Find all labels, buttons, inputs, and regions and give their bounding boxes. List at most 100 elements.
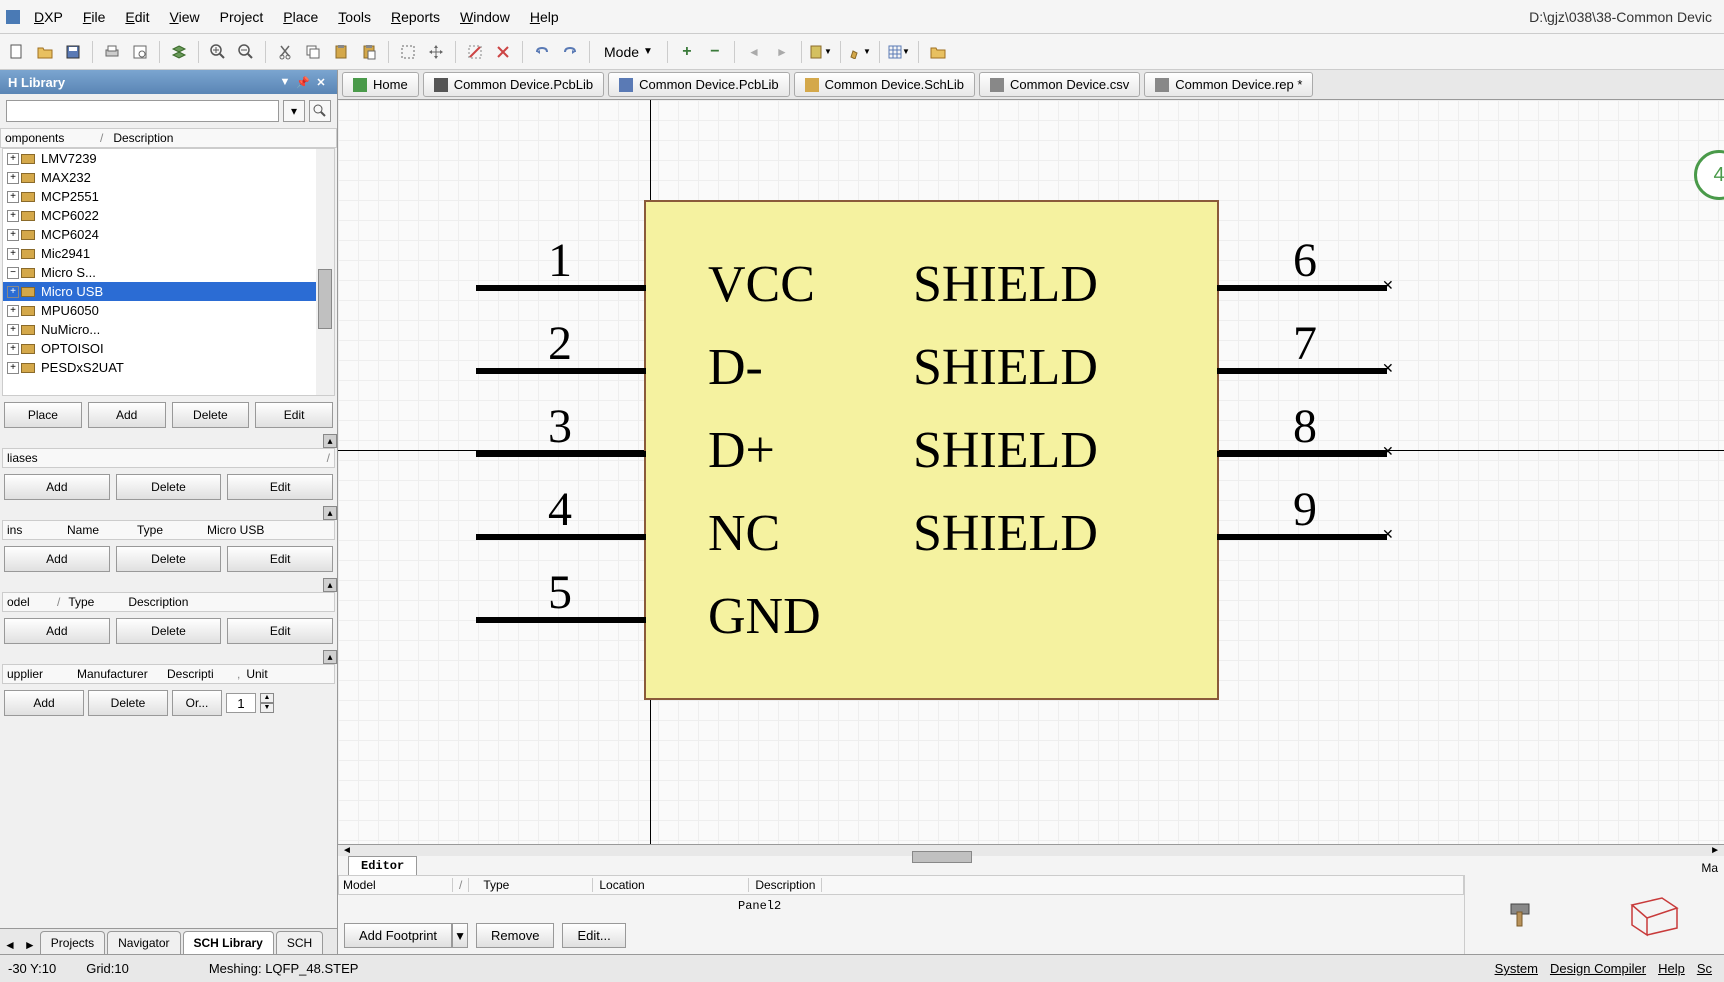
doc-tab[interactable]: Home xyxy=(342,72,419,97)
next-button[interactable]: ► xyxy=(769,39,795,65)
deselect-button[interactable] xyxy=(462,39,488,65)
new-button[interactable] xyxy=(4,39,30,65)
component-item[interactable]: +NuMicro... xyxy=(3,320,334,339)
panel-close-icon[interactable]: ✕ xyxy=(313,74,329,90)
add-button[interactable]: Add xyxy=(88,402,166,428)
collapse-aliases-button[interactable]: ▴ xyxy=(323,434,337,448)
add-footprint-dropdown[interactable]: ▼ xyxy=(452,923,468,948)
component-item[interactable]: +LMV7239 xyxy=(3,149,334,168)
menu-project[interactable]: Project xyxy=(210,3,274,31)
tab-next-button[interactable]: ► xyxy=(20,936,40,954)
menu-edit[interactable]: Edit xyxy=(115,3,159,31)
panel-dropdown-icon[interactable]: ▼ xyxy=(277,74,293,90)
alias-add-button[interactable]: Add xyxy=(4,474,110,500)
supplier-add-button[interactable]: Add xyxy=(4,690,84,716)
search-dropdown-button[interactable]: ▾ xyxy=(283,100,305,122)
collapse-model-button[interactable]: ▴ xyxy=(323,578,337,592)
model-delete-button[interactable]: Delete xyxy=(116,618,222,644)
editor-tab[interactable]: Editor xyxy=(348,856,417,875)
component-item[interactable]: +MCP2551 xyxy=(3,187,334,206)
component-item[interactable]: +MAX232 xyxy=(3,168,334,187)
status-help[interactable]: Help xyxy=(1654,961,1689,976)
save-button[interactable] xyxy=(60,39,86,65)
component-item[interactable]: +OPTOISOI xyxy=(3,339,334,358)
paste-button[interactable] xyxy=(328,39,354,65)
component-list[interactable]: +LMV7239+MAX232+MCP2551+MCP6022+MCP6024+… xyxy=(2,148,335,396)
collapse-supplier-button[interactable]: ▴ xyxy=(323,650,337,664)
component-item[interactable]: −Micro S... xyxy=(3,263,334,282)
zoom-in-button[interactable] xyxy=(205,39,231,65)
tab-navigator[interactable]: Navigator xyxy=(107,931,180,954)
supplier-delete-button[interactable]: Delete xyxy=(88,690,168,716)
zoom-out-button[interactable] xyxy=(233,39,259,65)
undo-button[interactable] xyxy=(529,39,555,65)
component-item[interactable]: +MCP6022 xyxy=(3,206,334,225)
tab-projects[interactable]: Projects xyxy=(40,931,105,954)
menu-window[interactable]: Window xyxy=(450,3,520,31)
move-button[interactable] xyxy=(423,39,449,65)
add-part-button[interactable]: + xyxy=(674,39,700,65)
doc-tab[interactable]: Common Device.PcbLib xyxy=(423,72,604,97)
component-item[interactable]: +MCP6024 xyxy=(3,225,334,244)
grid-button[interactable]: ▼ xyxy=(886,39,912,65)
remove-part-button[interactable]: − xyxy=(702,39,728,65)
remove-footprint-button[interactable]: Remove xyxy=(476,923,554,948)
alias-delete-button[interactable]: Delete xyxy=(116,474,222,500)
cut-button[interactable] xyxy=(272,39,298,65)
panel-pin-icon[interactable]: 📌 xyxy=(295,74,311,90)
doc-tab[interactable]: Common Device.csv xyxy=(979,72,1140,97)
select-button[interactable] xyxy=(395,39,421,65)
supplier-or-button[interactable]: Or... xyxy=(172,690,222,716)
search-input[interactable] xyxy=(6,100,279,122)
menu-place[interactable]: Place xyxy=(273,3,328,31)
schematic-canvas[interactable]: 1VCC2D-3D+4NC5GND ✕6SHIELD✕7SHIELD✕8SHIE… xyxy=(338,100,1724,844)
spinner-up-button[interactable]: ▲ xyxy=(260,693,274,703)
component-item[interactable]: +Mic2941 xyxy=(3,244,334,263)
component-item[interactable]: +PESDxS2UAT xyxy=(3,358,334,377)
hscroll-right-button[interactable]: ► xyxy=(1710,845,1720,856)
alias-edit-button[interactable]: Edit xyxy=(227,474,333,500)
status-design-compiler[interactable]: Design Compiler xyxy=(1546,961,1650,976)
doc-tab[interactable]: Common Device.PcbLib xyxy=(608,72,789,97)
place-button[interactable]: Place xyxy=(4,402,82,428)
hscroll-left-button[interactable]: ◄ xyxy=(342,845,352,856)
menu-reports[interactable]: Reports xyxy=(381,3,450,31)
delete-button[interactable]: Delete xyxy=(172,402,250,428)
pencil-button[interactable]: ▼ xyxy=(847,39,873,65)
status-system[interactable]: System xyxy=(1491,961,1542,976)
menu-tools[interactable]: Tools xyxy=(328,3,381,31)
spinner-down-button[interactable]: ▼ xyxy=(260,703,274,713)
doc-tab[interactable]: Common Device.rep * xyxy=(1144,72,1313,97)
model-add-button[interactable]: Add xyxy=(4,618,110,644)
add-footprint-button[interactable]: Add Footprint xyxy=(344,923,452,948)
edit-button[interactable]: Edit xyxy=(255,402,333,428)
menu-dxp[interactable]: DXP xyxy=(24,3,73,31)
tab-sch-library[interactable]: SCH Library xyxy=(183,931,274,954)
pin-add-button[interactable]: Add xyxy=(4,546,110,572)
pin-delete-button[interactable]: Delete xyxy=(116,546,222,572)
layers-button[interactable] xyxy=(166,39,192,65)
model-edit-button[interactable]: Edit xyxy=(227,618,333,644)
unit-spinner[interactable] xyxy=(226,693,256,713)
prev-button[interactable]: ◄ xyxy=(741,39,767,65)
folder-button[interactable] xyxy=(925,39,951,65)
collapse-pins-button[interactable]: ▴ xyxy=(323,506,337,520)
copy-button[interactable] xyxy=(300,39,326,65)
component-item[interactable]: +MPU6050 xyxy=(3,301,334,320)
open-button[interactable] xyxy=(32,39,58,65)
hammer-icon[interactable] xyxy=(1507,900,1537,930)
edit-footprint-button[interactable]: Edit... xyxy=(562,923,625,948)
pin-edit-button[interactable]: Edit xyxy=(227,546,333,572)
status-sc[interactable]: Sc xyxy=(1693,961,1716,976)
paste-special-button[interactable] xyxy=(356,39,382,65)
menu-file[interactable]: File xyxy=(73,3,116,31)
doc-tab[interactable]: Common Device.SchLib xyxy=(794,72,975,97)
print-button[interactable] xyxy=(99,39,125,65)
mode-dropdown[interactable]: Mode ▼ xyxy=(596,40,661,64)
tool-options-button[interactable]: ▼ xyxy=(808,39,834,65)
tab-sch[interactable]: SCH xyxy=(276,931,323,954)
search-magnify-button[interactable] xyxy=(309,100,331,122)
menu-help[interactable]: Help xyxy=(520,3,569,31)
component-item[interactable]: +Micro USB xyxy=(3,282,334,301)
editor-row[interactable]: Panel2 xyxy=(338,895,1464,917)
